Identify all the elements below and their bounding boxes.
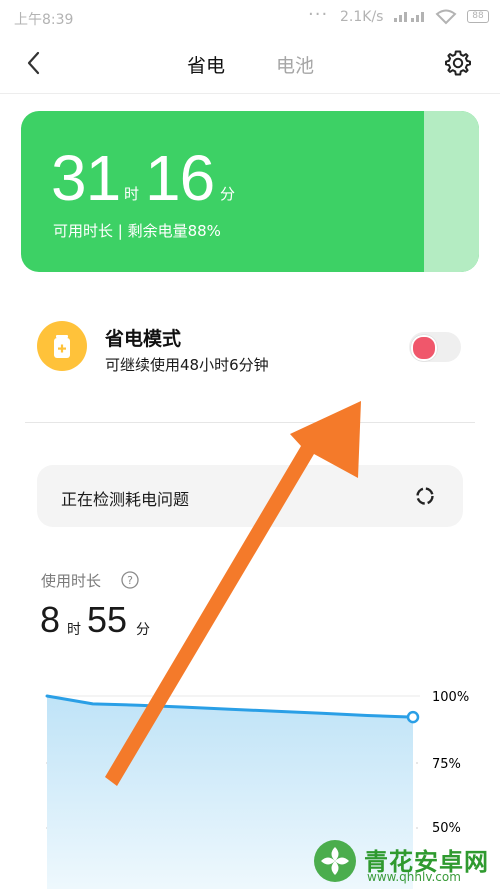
chart-area (47, 696, 413, 889)
battery-time-card: 31 时 16 分 可用时长 | 剩余电量88% (21, 111, 479, 272)
power-save-subtitle: 可继续使用48小时6分钟 (105, 356, 269, 374)
header-divider (0, 93, 500, 94)
tick-label-50: 50% (432, 821, 461, 836)
usage-minutes: 55 (87, 599, 128, 640)
chart-end-point (406, 710, 420, 724)
minutes-unit: 分 (220, 185, 236, 203)
signal-icon (394, 0, 428, 34)
usage-hours-unit: 时 (67, 622, 81, 638)
loading-spinner-icon (416, 487, 434, 505)
watermark-logo (314, 840, 356, 882)
tick-label-100: 100% (432, 690, 469, 705)
status-bar: 上午8:39 ··· 2.1K/s 88 (0, 0, 500, 34)
help-icon[interactable]: ? (121, 571, 139, 589)
usage-label: 使用时长 (41, 572, 102, 590)
watermark-url: www.qhhlv.com (367, 870, 461, 884)
wifi-icon (435, 9, 457, 25)
power-save-toggle[interactable] (409, 332, 461, 362)
detect-label: 正在检测耗电问题 (61, 490, 190, 509)
battery-level-strip (424, 111, 479, 272)
power-save-icon (37, 321, 87, 371)
battery-indicator: 88 (467, 10, 489, 23)
tab-power-save[interactable]: 省电 (187, 51, 225, 78)
section-divider (25, 422, 475, 423)
usage-hours: 8 (40, 599, 61, 640)
status-time: 上午8:39 (14, 12, 74, 28)
more-dots-icon: ··· (308, 4, 329, 25)
hours-unit: 时 (124, 185, 140, 203)
svg-text:?: ? (127, 574, 133, 587)
power-save-title: 省电模式 (105, 328, 182, 350)
back-icon[interactable] (20, 48, 50, 78)
usage-minutes-unit: 分 (136, 622, 150, 638)
remaining-hours: 31 (51, 142, 121, 214)
remaining-minutes: 16 (145, 142, 215, 214)
gear-icon[interactable] (444, 49, 472, 77)
toggle-knob (411, 335, 437, 361)
network-speed: 2.1K/s (340, 9, 384, 25)
tick-label-75: 75% (432, 757, 461, 772)
power-issue-detect-card[interactable]: 正在检测耗电问题 (37, 465, 463, 527)
battery-subtitle: 可用时长 | 剩余电量88% (53, 222, 221, 240)
tab-battery[interactable]: 电池 (276, 51, 314, 78)
